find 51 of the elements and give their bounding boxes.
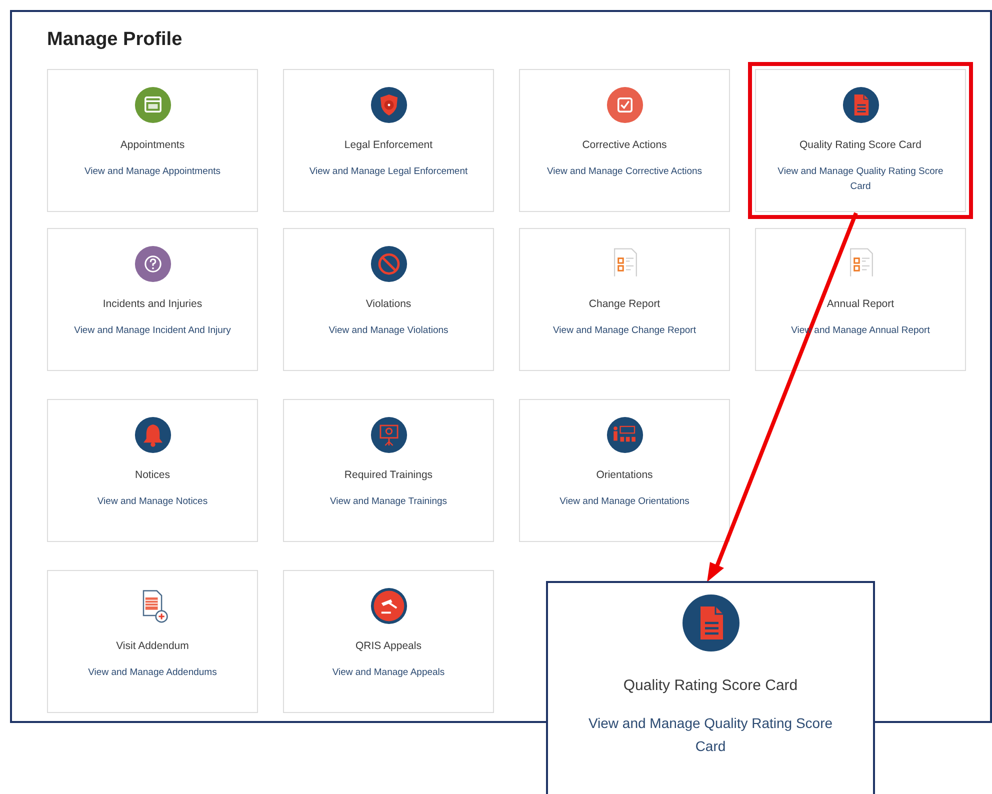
document-icon: [842, 86, 880, 124]
card-title: Violations: [366, 296, 412, 312]
module-card[interactable]: Required Trainings View and Manage Trainings: [283, 398, 494, 542]
card-description: View and Manage Notices: [97, 495, 208, 510]
card-title: QRIS Appeals: [356, 638, 422, 654]
document-icon: [680, 593, 740, 653]
card-title: Required Trainings: [344, 468, 433, 482]
module-card[interactable]: Orientations View and Manage Orientations: [519, 398, 730, 542]
card-title: Legal Enforcement: [344, 138, 433, 152]
module-card[interactable]: Visit Addendum View and Manage Addendums: [47, 570, 258, 712]
card-description: View and Manage Appeals: [332, 666, 445, 680]
module-card[interactable]: Notices View and Manage Notices: [47, 398, 258, 542]
card-description: View and Manage Trainings: [330, 495, 448, 510]
prohibited-icon: [370, 244, 408, 282]
card-title: Appointments: [120, 138, 185, 152]
card-title: Quality Rating Score Card: [623, 676, 798, 696]
card-description: View and Manage Quality Rating Score Card: [587, 714, 834, 756]
card-title: Visit Addendum: [116, 638, 189, 654]
gavel-icon: [370, 586, 408, 624]
shield-icon: [370, 86, 408, 124]
card-description: View and Manage Addendums: [88, 666, 217, 680]
page-title: Manage Profile: [47, 28, 184, 52]
card-description: View and Manage Quality Rating Score Card: [776, 165, 944, 194]
calendar-icon: [134, 86, 172, 124]
bell-icon: [134, 416, 172, 454]
module-card[interactable]: Corrective Actions View and Manage Corrective Actions: [519, 68, 730, 212]
card-description: View and Manage Orientations: [560, 495, 690, 510]
card-description: View and Manage Violations: [328, 324, 448, 338]
card-description: View and Manage Appointments: [84, 165, 221, 180]
module-card[interactable]: Quality Rating Score Card View and Manage Quality Rating Score Card: [755, 68, 966, 212]
module-card[interactable]: QRIS Appeals View and Manage Appeals: [283, 570, 494, 712]
card-description: View and Manage Corrective Actions: [546, 165, 702, 180]
card-title: Change Report: [588, 296, 660, 312]
module-card[interactable]: Violations View and Manage Violations: [283, 228, 494, 370]
module-card[interactable]: Incidents and Injuries View and Manage Incident And Injury: [47, 228, 258, 370]
easel-icon: [370, 416, 408, 454]
card-description: View and Manage Legal Enforcement: [309, 165, 468, 180]
module-card[interactable]: Change Report View and Manage Change Report: [519, 228, 730, 370]
presenter-icon: [606, 416, 644, 454]
card-title: Incidents and Injuries: [102, 296, 202, 312]
module-card[interactable]: Appointments View and Manage Appointments: [47, 68, 258, 212]
card-description: View and Manage Incident And Injury: [74, 324, 231, 338]
card-description: View and Manage Change Report: [553, 324, 696, 338]
card-title: Corrective Actions: [582, 138, 667, 152]
card-title: Annual Report: [826, 296, 894, 312]
checkbox-icon: [606, 86, 644, 124]
module-card[interactable]: Legal Enforcement View and Manage Legal Enforcement: [283, 68, 494, 212]
card-title: Quality Rating Score Card: [800, 138, 922, 152]
card-title: Orientations: [596, 468, 653, 482]
card-title: Notices: [134, 468, 170, 482]
question-icon: [134, 244, 172, 282]
